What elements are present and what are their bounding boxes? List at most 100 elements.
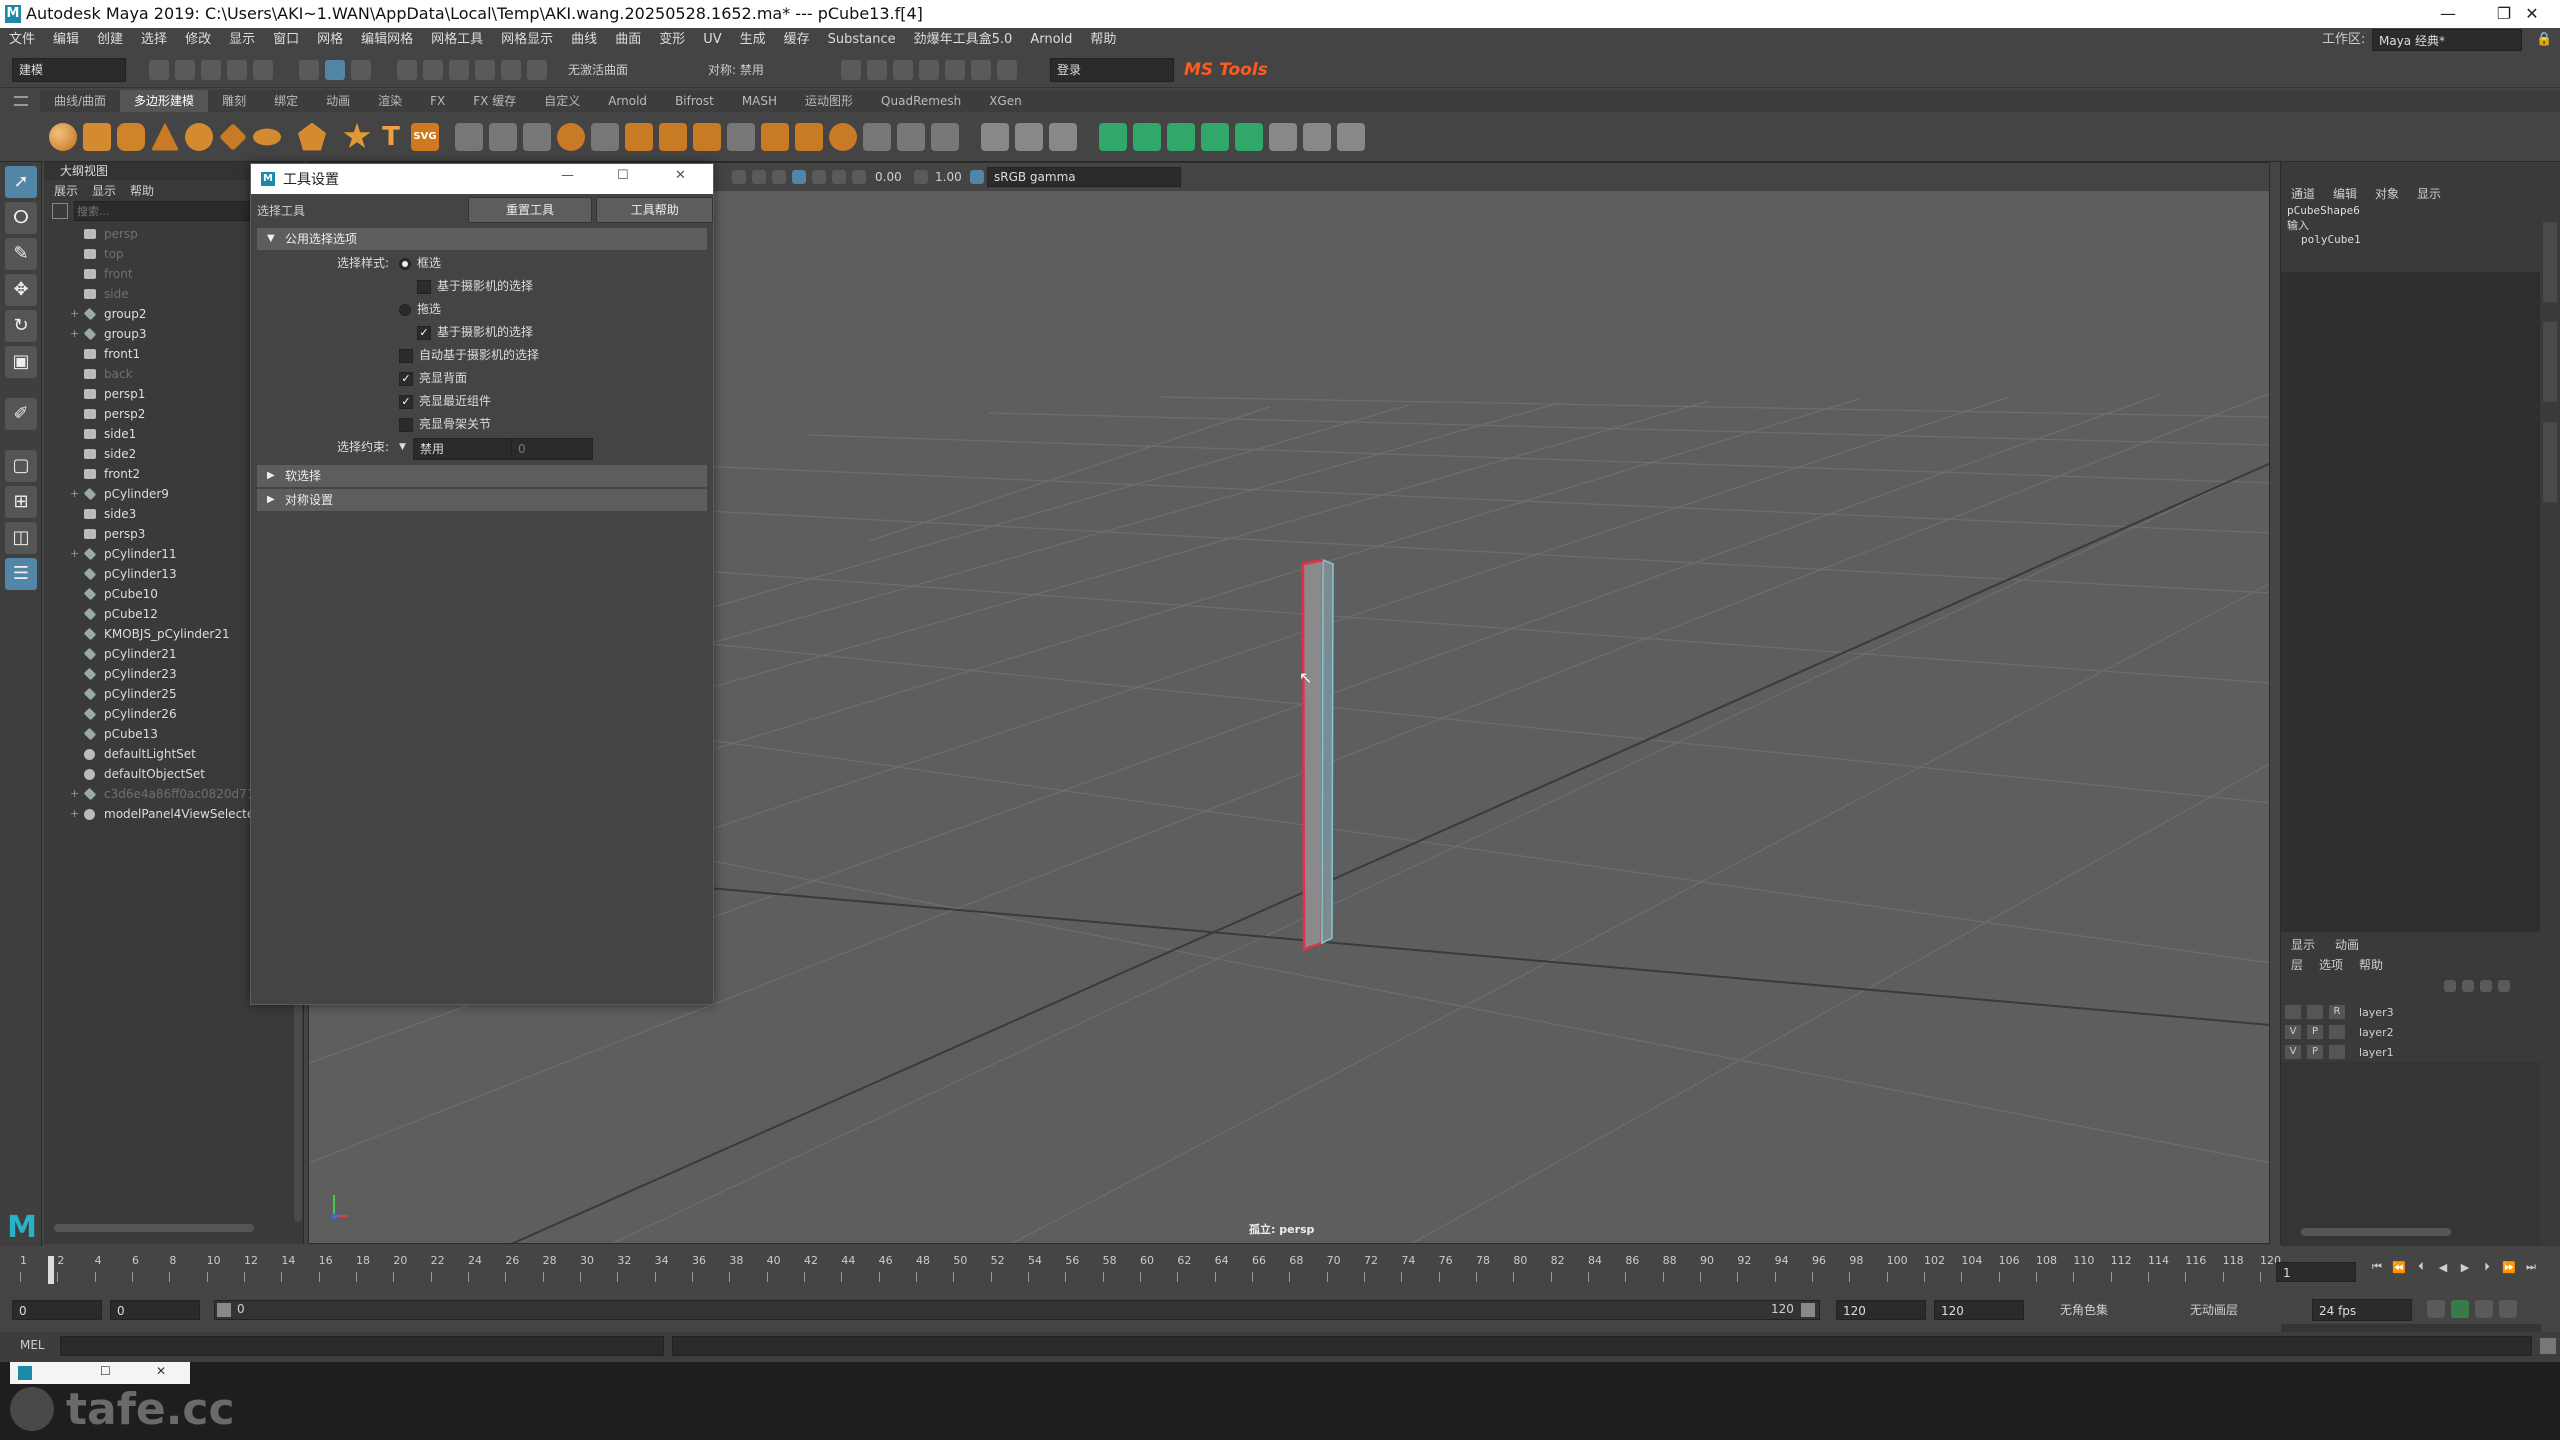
ts-maximize-button[interactable]: ☐ — [617, 168, 629, 183]
snap-pivot-icon[interactable] — [527, 59, 547, 80]
go-to-start-icon[interactable]: ⏮ — [2366, 1260, 2388, 1274]
layer-editor-tab[interactable]: 显示 — [2291, 936, 2315, 953]
auto-key-icon[interactable] — [2451, 1300, 2469, 1318]
layer-r-toggle[interactable]: R — [2329, 1005, 2345, 1019]
anim-prefs-icon[interactable] — [2475, 1300, 2493, 1318]
layer-v-toggle[interactable] — [2285, 1005, 2301, 1019]
step-forward-key-icon[interactable]: ⏩ — [2498, 1261, 2520, 1274]
contour-uv-icon[interactable] — [1235, 122, 1263, 151]
shelf-tab[interactable]: 雕刻 — [208, 90, 260, 112]
fps-dropdown[interactable]: 24 fps — [2312, 1299, 2412, 1321]
merge-icon[interactable] — [761, 122, 789, 151]
shelf-tab[interactable]: 运动图形 — [791, 90, 867, 112]
layer-v-toggle[interactable]: V — [2285, 1045, 2301, 1059]
minimized-restore-icon[interactable]: ☐ — [100, 1364, 111, 1378]
tool-help-button[interactable]: 工具帮助 — [596, 197, 713, 223]
menu-item[interactable]: 编辑 — [44, 28, 88, 52]
menu-item[interactable]: 网格显示 — [492, 28, 562, 52]
quad-draw-icon[interactable] — [1015, 122, 1043, 151]
arnold-render-icon[interactable] — [971, 59, 991, 80]
snap-grid-icon[interactable] — [397, 59, 417, 80]
menu-item[interactable]: 显示 — [220, 28, 264, 52]
layer-menu-item[interactable]: 帮助 — [2359, 956, 2383, 973]
menu-item[interactable]: 网格工具 — [422, 28, 492, 52]
bridge-icon[interactable] — [659, 122, 687, 151]
mirror-icon[interactable] — [591, 122, 619, 151]
camera-based-checkbox-2[interactable]: ✓ — [417, 326, 431, 340]
shelf-options-icon[interactable] — [14, 96, 28, 106]
xray-icon[interactable] — [812, 170, 826, 184]
constraint-dropdown-arrow-icon[interactable]: ▼ — [399, 436, 406, 459]
menu-item[interactable]: 创建 — [88, 28, 132, 52]
minimize-button[interactable]: — — [2420, 0, 2476, 28]
loop-icon[interactable] — [2427, 1300, 2445, 1318]
sew-uv-icon[interactable] — [1337, 122, 1365, 151]
lock-icon[interactable]: 🔒 — [2536, 32, 2552, 48]
live-surface-label[interactable]: 无激活曲面 — [568, 61, 668, 78]
new-layer-selected-icon[interactable] — [2498, 980, 2510, 992]
textured-icon[interactable] — [752, 170, 766, 184]
shelf-tab[interactable]: 自定义 — [530, 90, 594, 112]
collapse-icon[interactable] — [795, 122, 823, 151]
menu-item[interactable]: 劲爆年工具盒5.0 — [905, 28, 1022, 52]
section-soft-select[interactable]: ▶ 软选择 — [257, 465, 707, 487]
menu-item[interactable]: UV — [694, 28, 730, 52]
side-by-side-icon[interactable]: ◫ — [5, 522, 37, 554]
anim-start-field[interactable]: 0 — [110, 1300, 200, 1320]
poly-cone-icon[interactable] — [151, 122, 179, 151]
smooth-icon[interactable] — [523, 122, 551, 151]
section-common-select-options[interactable]: ▼ 公用选择选项 — [257, 228, 707, 250]
menu-item[interactable]: 生成 — [731, 28, 775, 52]
shelf-tab[interactable]: 动画 — [312, 90, 364, 112]
section-symmetry-settings[interactable]: ▶ 对称设置 — [257, 489, 707, 511]
login-dropdown[interactable]: 登录 — [1050, 57, 1174, 82]
paint-select-icon[interactable]: ✎ — [5, 238, 37, 270]
minimized-window-tab[interactable]: ☐ ✕ — [10, 1362, 190, 1384]
save-scene-icon[interactable] — [201, 59, 221, 80]
menu-item[interactable]: 文件 — [0, 28, 44, 52]
cut-uv-icon[interactable] — [1303, 122, 1331, 151]
extrude-icon[interactable] — [625, 122, 653, 151]
poly-cylinder-icon[interactable] — [117, 122, 145, 151]
workspace-dropdown[interactable]: Maya 经典* — [2372, 29, 2522, 51]
play-forward-icon[interactable]: ▶ — [2454, 1261, 2476, 1274]
sphere-uv-icon[interactable] — [829, 122, 857, 151]
ms-tools-logo[interactable]: MS Tools — [1184, 60, 1268, 80]
time-slider[interactable]: 1 2 4 6 8 10 12 14 16 18 20 22 24 26 28 30 32 34 36 38 40 42 4… — [0, 1246, 2560, 1306]
sound-icon[interactable] — [2499, 1300, 2517, 1318]
backface-checkbox[interactable]: ✓ — [399, 372, 413, 386]
snap-surface-icon[interactable] — [501, 59, 521, 80]
combine-icon[interactable] — [455, 122, 483, 151]
redo-icon[interactable] — [253, 59, 273, 80]
constraint-dropdown[interactable]: 禁用 — [413, 438, 515, 460]
crease-icon[interactable] — [897, 122, 925, 151]
camera-based-checkbox-1[interactable] — [417, 280, 431, 294]
layer-hscrollbar[interactable] — [2301, 1228, 2451, 1236]
layer-menu-item[interactable]: 选项 — [2319, 956, 2343, 973]
menu-item[interactable]: 窗口 — [264, 28, 308, 52]
shelf-tab[interactable]: MASH — [728, 90, 791, 112]
tool-settings-titlebar[interactable]: M 工具设置 — ☐ ✕ — [251, 164, 713, 194]
select-hierarchy-icon[interactable] — [299, 59, 319, 80]
menu-item[interactable]: 曲线 — [562, 28, 606, 52]
layer-down-icon[interactable] — [2462, 980, 2474, 992]
outliner-menu-item[interactable]: 显示 — [92, 182, 116, 199]
go-to-end-icon[interactable]: ⏭ — [2520, 1260, 2542, 1274]
poly-plane-icon[interactable] — [219, 122, 247, 151]
move-tool-icon[interactable]: ✥ — [5, 274, 37, 306]
rotate-tool-icon[interactable]: ↻ — [5, 310, 37, 342]
shelf-tab[interactable]: QuadRemesh — [867, 90, 975, 112]
layer-r-toggle[interactable] — [2329, 1045, 2345, 1059]
poly-cube-icon[interactable] — [83, 122, 111, 151]
layer-menu-item[interactable]: 层 — [2291, 956, 2303, 973]
menu-item[interactable]: Substance — [819, 28, 905, 52]
anim-layer-dropdown[interactable]: 无动画层 — [2190, 1301, 2300, 1318]
shelf-tab[interactable]: 曲线/曲面 — [40, 90, 120, 112]
gamma-value[interactable]: 1.00 — [935, 170, 967, 184]
step-forward-frame-icon[interactable]: ⏵ — [2476, 1260, 2498, 1274]
command-input[interactable] — [60, 1336, 664, 1356]
target-weld-icon[interactable] — [931, 122, 959, 151]
channel-box-menu-item[interactable]: 编辑 — [2333, 185, 2357, 202]
boolean-icon[interactable] — [557, 122, 585, 151]
auto-camera-checkbox[interactable] — [399, 349, 413, 363]
